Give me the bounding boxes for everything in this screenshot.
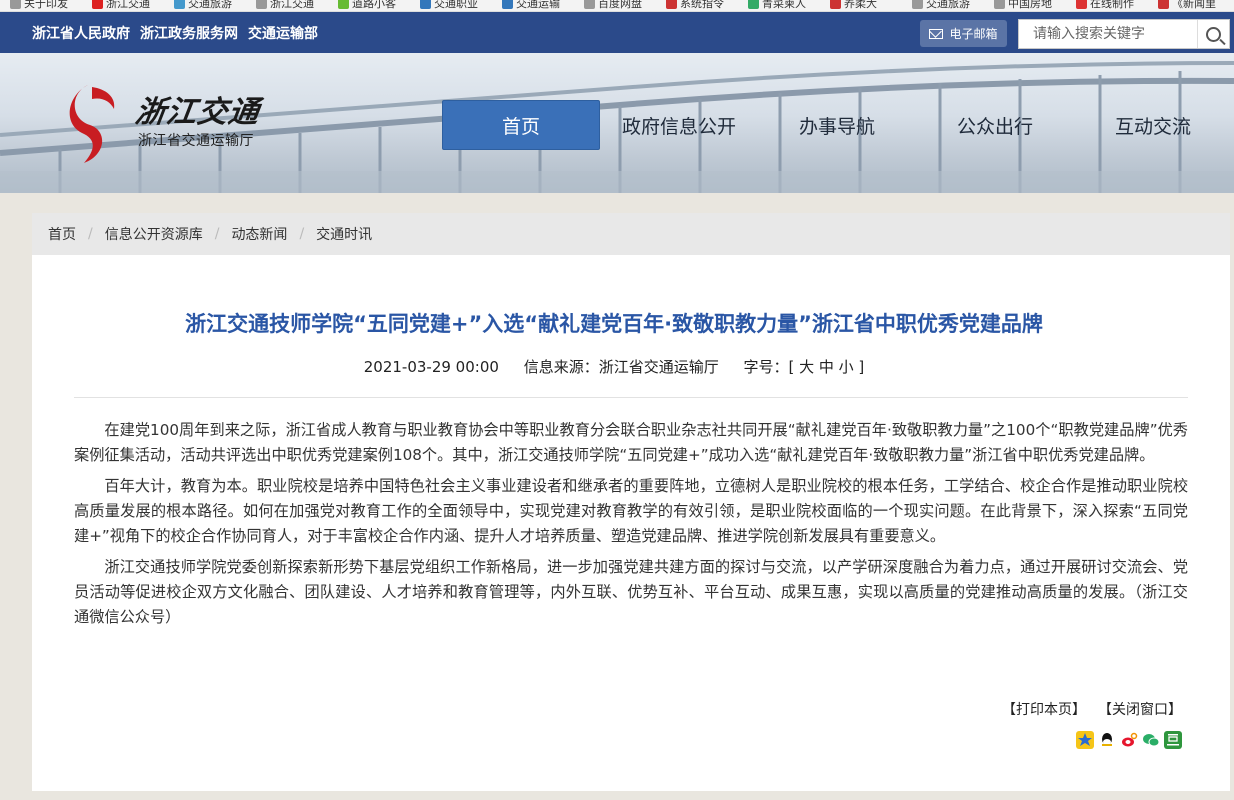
bookmark-item[interactable]: 浙江交通 bbox=[256, 0, 314, 11]
nav-gov-info[interactable]: 政府信息公开 bbox=[600, 100, 758, 150]
bookmark-favicon-icon bbox=[10, 0, 21, 9]
site-logo[interactable]: 浙江交通 浙江省交通运输厅 bbox=[66, 79, 296, 169]
bookmark-item[interactable]: 浙江交通 bbox=[92, 0, 150, 11]
bookmark-favicon-icon bbox=[830, 0, 841, 9]
font-size-control[interactable]: 字号：[ 大 中 小 ] bbox=[743, 358, 864, 376]
bookmark-favicon-icon bbox=[1158, 0, 1169, 9]
top-link-ministry[interactable]: 交通运输部 bbox=[248, 23, 318, 43]
bookmark-item[interactable]: 交通旅游 bbox=[174, 0, 232, 11]
email-button[interactable]: 电子邮箱 bbox=[920, 20, 1007, 47]
bookmark-favicon-icon bbox=[748, 0, 759, 9]
article-title: 浙江交通技师学院“五同党建+”入选“献礼建党百年·致敬职教力量”浙江省中职优秀党… bbox=[185, 312, 1043, 336]
email-button-label: 电子邮箱 bbox=[949, 27, 998, 41]
logo-emblem-icon bbox=[69, 85, 115, 163]
bookmark-label: 百度网盘 bbox=[598, 0, 642, 10]
bookmark-favicon-icon bbox=[92, 0, 103, 9]
main-nav: 首页 政府信息公开 办事导航 公众出行 互动交流 bbox=[442, 100, 1232, 150]
nav-services[interactable]: 办事导航 bbox=[758, 100, 916, 150]
divider bbox=[74, 397, 1188, 398]
nav-home[interactable]: 首页 bbox=[442, 100, 600, 150]
top-link-service[interactable]: 浙江政务服务网 bbox=[140, 23, 238, 43]
print-link[interactable]: 【打印本页】 bbox=[1002, 699, 1086, 719]
bookmark-label: 青菜柬人 bbox=[762, 0, 806, 10]
article-actions: 【打印本页】 【关闭窗口】 bbox=[1002, 699, 1182, 719]
mail-icon bbox=[929, 28, 944, 39]
weibo-icon[interactable] bbox=[1120, 731, 1138, 749]
breadcrumb-news[interactable]: 动态新闻 bbox=[231, 224, 287, 244]
douban-icon[interactable] bbox=[1164, 731, 1182, 749]
bookmark-item[interactable]: 养柔大 bbox=[830, 0, 877, 11]
bookmark-item[interactable]: 关于印发 bbox=[10, 0, 68, 11]
bookmark-item[interactable]: 中国房地 bbox=[994, 0, 1052, 11]
browser-bookmarks-bar: 关于印发 浙江交通 交通旅游 浙江交通 道路小客 交通职业 交通运输 百度网盘 系统指令 青菜柬人… bbox=[0, 0, 1234, 12]
bookmark-favicon-icon bbox=[666, 0, 677, 9]
article-paragraph: 百年大计，教育为本。职业院校是培养中国特色社会主义事业建设者和继承者的重要阵地，… bbox=[74, 477, 1188, 545]
bookmark-favicon-icon bbox=[1076, 0, 1087, 9]
search-icon bbox=[1206, 26, 1221, 42]
bookmark-item[interactable]: 交通运输 bbox=[502, 0, 560, 11]
bookmark-favicon-icon bbox=[502, 0, 513, 9]
bookmark-favicon-icon bbox=[338, 0, 349, 9]
logo-text: 浙江交通 bbox=[133, 95, 262, 130]
bookmark-item[interactable]: 《新闻里 bbox=[1158, 0, 1216, 11]
bookmark-label: 系统指令 bbox=[680, 0, 724, 10]
qq-icon[interactable] bbox=[1098, 731, 1116, 749]
breadcrumb: 首页 / 信息公开资源库 / 动态新闻 / 交通时讯 bbox=[32, 213, 1230, 255]
bookmark-favicon-icon bbox=[174, 0, 185, 9]
bookmark-favicon-icon bbox=[256, 0, 267, 9]
close-window-link[interactable]: 【关闭窗口】 bbox=[1098, 699, 1182, 719]
article-paragraph: 在建党100周年到来之际，浙江省成人教育与职业教育协会中等职业教育分会联合职业杂… bbox=[74, 421, 1188, 464]
bookmark-label: 道路小客 bbox=[352, 0, 396, 10]
logo-subtitle: 浙江省交通运输厅 bbox=[138, 133, 254, 149]
bookmark-favicon-icon bbox=[994, 0, 1005, 9]
breadcrumb-separator: / bbox=[299, 226, 305, 242]
article-paragraph: 浙江交通技师学院党委创新探索新形势下基层党组织工作新格局，进一步加强党建共建方面… bbox=[74, 558, 1188, 626]
bookmark-label: 《新闻里 bbox=[1172, 0, 1216, 10]
top-link-gov[interactable]: 浙江省人民政府 bbox=[32, 23, 130, 43]
bookmark-label: 浙江交通 bbox=[270, 0, 314, 10]
bookmark-favicon-icon bbox=[420, 0, 431, 9]
breadcrumb-separator: / bbox=[214, 226, 220, 242]
nav-travel[interactable]: 公众出行 bbox=[916, 100, 1074, 150]
top-bar: 浙江省人民政府 浙江政务服务网 交通运输部 电子邮箱 bbox=[0, 12, 1234, 53]
bookmark-item[interactable]: 交通旅游 bbox=[912, 0, 970, 11]
bookmark-label: 中国房地 bbox=[1008, 0, 1052, 10]
bookmark-favicon-icon bbox=[912, 0, 923, 9]
qzone-icon[interactable] bbox=[1076, 731, 1094, 749]
bookmark-label: 交通旅游 bbox=[926, 0, 970, 10]
article-body: 在建党100周年到来之际，浙江省成人教育与职业教育协会中等职业教育分会联合职业杂… bbox=[74, 418, 1188, 636]
bookmark-item[interactable]: 在线制作 bbox=[1076, 0, 1134, 11]
bookmark-item[interactable]: 百度网盘 bbox=[584, 0, 642, 11]
bookmark-label: 浙江交通 bbox=[106, 0, 150, 10]
bookmark-label: 交通旅游 bbox=[188, 0, 232, 10]
breadcrumb-traffic[interactable]: 交通时讯 bbox=[316, 224, 372, 244]
share-bar bbox=[1076, 731, 1182, 749]
bookmark-item[interactable]: 青菜柬人 bbox=[748, 0, 806, 11]
article-date: 2021-03-29 00:00 bbox=[363, 358, 499, 376]
content-card: 首页 / 信息公开资源库 / 动态新闻 / 交通时讯 浙江交通技师学院“五同党建… bbox=[32, 213, 1230, 791]
bookmark-label: 关于印发 bbox=[24, 0, 68, 10]
wechat-icon[interactable] bbox=[1142, 731, 1160, 749]
search-box bbox=[1018, 19, 1230, 49]
article-source: 信息来源：浙江省交通运输厅 bbox=[523, 358, 719, 376]
bookmark-label: 养柔大 bbox=[844, 0, 877, 10]
breadcrumb-resource[interactable]: 信息公开资源库 bbox=[105, 224, 203, 244]
bookmark-label: 在线制作 bbox=[1090, 0, 1134, 10]
search-button[interactable] bbox=[1197, 20, 1229, 48]
article-meta: 2021-03-29 00:00 信息来源：浙江省交通运输厅 字号：[ 大 中 … bbox=[32, 356, 1196, 377]
search-input[interactable] bbox=[1019, 20, 1199, 48]
breadcrumb-separator: / bbox=[88, 226, 93, 242]
nav-interaction[interactable]: 互动交流 bbox=[1074, 100, 1232, 150]
bookmark-label: 交通职业 bbox=[434, 0, 478, 10]
bookmark-favicon-icon bbox=[584, 0, 595, 9]
bookmark-item[interactable]: 道路小客 bbox=[338, 0, 396, 11]
bookmark-label: 交通运输 bbox=[516, 0, 560, 10]
bookmark-item[interactable]: 交通职业 bbox=[420, 0, 478, 11]
bookmark-item[interactable]: 系统指令 bbox=[666, 0, 724, 11]
top-links: 浙江省人民政府 浙江政务服务网 交通运输部 bbox=[32, 12, 318, 53]
breadcrumb-home[interactable]: 首页 bbox=[48, 224, 76, 244]
